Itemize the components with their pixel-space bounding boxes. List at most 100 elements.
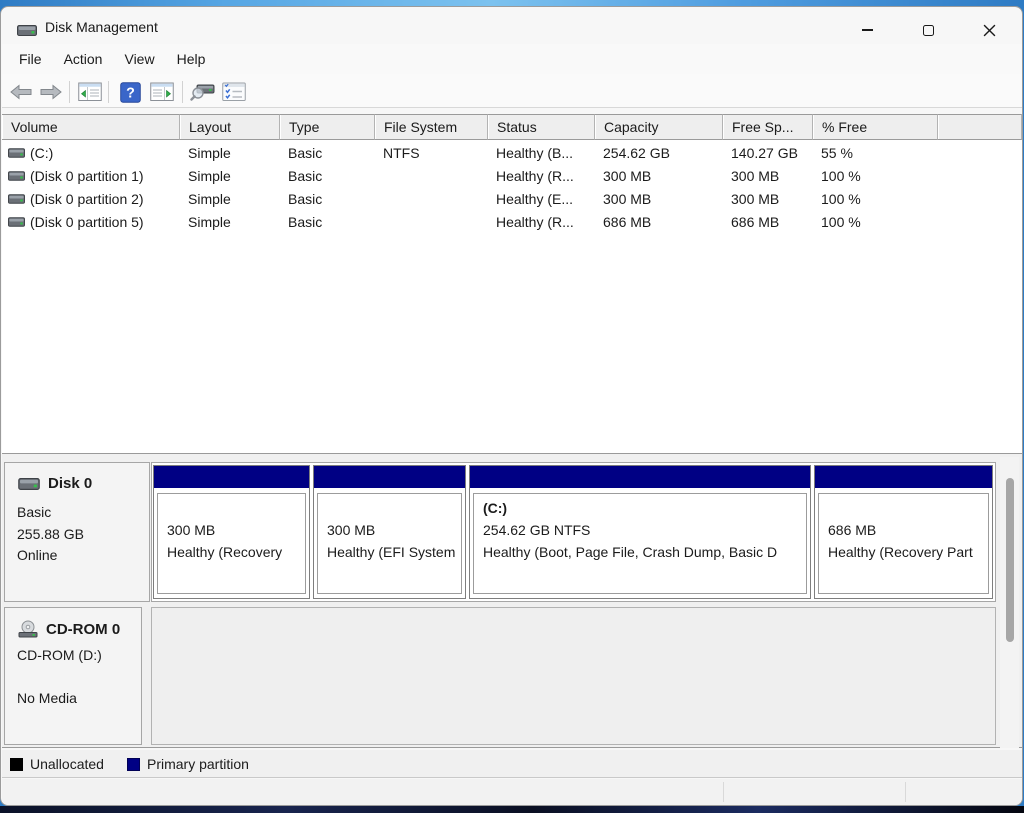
column-header-file-system[interactable]: File System xyxy=(375,114,488,140)
menu-action[interactable]: Action xyxy=(53,47,114,71)
pct-free-cell: 100 % xyxy=(821,214,861,230)
show-action-pane-button[interactable] xyxy=(147,79,177,105)
show-console-tree-button[interactable] xyxy=(75,79,105,105)
disk-drive-icon xyxy=(17,24,37,37)
disk0-title: Disk 0 xyxy=(48,475,93,492)
volume-cell: (Disk 0 partition 5) xyxy=(2,211,180,234)
forward-button[interactable] xyxy=(36,79,66,105)
cdrom-title: CD-ROM 0 xyxy=(46,620,121,638)
partition-label: (C:) 254.62 GB NTFS Healthy (Boot, Page … xyxy=(473,493,807,594)
volume-cell: (C:) xyxy=(2,142,180,165)
disk-drive-icon xyxy=(17,477,41,490)
column-header-volume[interactable]: Volume xyxy=(2,114,180,140)
column-header-free-space[interactable]: Free Sp... xyxy=(723,114,813,140)
free-space-cell: 140.27 GB xyxy=(731,145,798,161)
close-icon xyxy=(983,24,995,36)
maximize-button[interactable] xyxy=(905,12,951,48)
scrollbar-thumb[interactable] xyxy=(1006,478,1014,642)
disk-search-icon xyxy=(190,84,215,101)
legend-unallocated: Unallocated xyxy=(10,750,104,778)
volume-row-partition1[interactable]: (Disk 0 partition 1) Simple Basic Health… xyxy=(2,165,1022,188)
volume-name: (Disk 0 partition 5) xyxy=(30,214,144,230)
capacity-cell: 254.62 GB xyxy=(603,145,670,161)
vertical-scrollbar[interactable] xyxy=(1000,457,1019,748)
volume-name: (Disk 0 partition 2) xyxy=(30,191,144,207)
volume-name: (Disk 0 partition 1) xyxy=(30,168,144,184)
column-header-pct-free[interactable]: % Free xyxy=(813,114,938,140)
fs-cell: NTFS xyxy=(383,145,420,161)
forward-icon xyxy=(40,84,62,100)
maximize-icon xyxy=(922,24,934,36)
capacity-cell: 686 MB xyxy=(603,214,652,230)
window-title: Disk Management xyxy=(45,19,158,35)
legend-label: Primary partition xyxy=(147,756,249,772)
volume-row-partition2[interactable]: (Disk 0 partition 2) Simple Basic Health… xyxy=(2,188,1022,211)
volume-row-partition5[interactable]: (Disk 0 partition 5) Simple Basic Health… xyxy=(2,211,1022,234)
partition-label: 686 MB Healthy (Recovery Part xyxy=(818,493,989,594)
partition-label: 300 MB Healthy (EFI System xyxy=(317,493,462,594)
type-cell: Basic xyxy=(288,214,323,230)
primary-partition-band xyxy=(470,466,810,488)
volume-name: (C:) xyxy=(30,145,54,161)
taskbar-edge xyxy=(0,806,1024,813)
status-cell: Healthy (R... xyxy=(496,214,574,230)
volume-row-c[interactable]: (C:) Simple Basic NTFS Healthy (B... 254… xyxy=(2,142,1022,165)
primary-partition-band xyxy=(314,466,465,488)
cdrom-header-cell[interactable]: CD-ROM 0 CD-ROM (D:) No Media xyxy=(4,607,142,745)
checklist-button[interactable] xyxy=(219,79,249,105)
column-header-layout[interactable]: Layout xyxy=(180,114,280,140)
close-button[interactable] xyxy=(966,12,1012,48)
back-button[interactable] xyxy=(6,79,36,105)
cdrom-graphical-area[interactable] xyxy=(151,607,996,745)
type-cell: Basic xyxy=(288,168,323,184)
volume-cell: (Disk 0 partition 2) xyxy=(2,188,180,211)
fs-cell xyxy=(375,188,488,211)
capacity-cell: 300 MB xyxy=(603,168,652,184)
disk-drive-icon xyxy=(8,217,25,227)
free-space-cell: 300 MB xyxy=(731,191,780,207)
fs-cell xyxy=(375,211,488,234)
menubar: File Action View Help xyxy=(2,44,1022,74)
column-header-type[interactable]: Type xyxy=(280,114,375,140)
disk0-header-cell[interactable]: Disk 0 Basic 255.88 GB Online xyxy=(4,462,150,602)
status-cell: Healthy (E... xyxy=(496,191,574,207)
type-cell: Basic xyxy=(288,145,323,161)
partition-label: 300 MB Healthy (Recovery xyxy=(157,493,306,594)
disk0-type: Basic xyxy=(17,504,52,520)
partition-recovery-2[interactable]: 686 MB Healthy (Recovery Part xyxy=(814,465,993,599)
cdrom-media-status: No Media xyxy=(17,690,77,706)
pct-free-cell: 100 % xyxy=(821,191,861,207)
disk-search-button[interactable] xyxy=(188,79,218,105)
cdrom-icon xyxy=(17,620,39,638)
help-button[interactable]: ? xyxy=(115,79,145,105)
menu-view[interactable]: View xyxy=(113,47,165,71)
toolbar-separator xyxy=(182,81,183,103)
disk-drive-icon xyxy=(8,148,25,158)
svg-text:?: ? xyxy=(126,85,135,101)
column-header-capacity[interactable]: Capacity xyxy=(595,114,723,140)
cdrom-drive-letter: CD-ROM (D:) xyxy=(17,647,102,663)
column-header-status[interactable]: Status xyxy=(488,114,595,140)
partition-efi-system[interactable]: 300 MB Healthy (EFI System xyxy=(313,465,466,599)
titlebar: Disk Management xyxy=(1,6,1022,44)
checklist-icon xyxy=(222,82,246,101)
pct-free-cell: 55 % xyxy=(821,145,853,161)
column-header-empty[interactable] xyxy=(938,114,1022,140)
volume-cell: (Disk 0 partition 1) xyxy=(2,165,180,188)
toolbar-separator xyxy=(69,81,70,103)
desktop-background: Disk Management File Action View Help ? … xyxy=(0,0,1024,813)
minimize-button[interactable] xyxy=(844,12,890,48)
capacity-cell: 300 MB xyxy=(603,191,652,207)
menu-file[interactable]: File xyxy=(8,47,53,71)
status-bar-divider xyxy=(723,782,724,802)
help-icon: ? xyxy=(119,81,141,103)
menu-help[interactable]: Help xyxy=(166,47,217,71)
legend-primary-partition: Primary partition xyxy=(127,750,249,778)
unallocated-swatch xyxy=(10,757,23,771)
show-console-tree-icon xyxy=(78,82,102,101)
status-cell: Healthy (B... xyxy=(496,145,574,161)
partition-c-drive[interactable]: (C:) 254.62 GB NTFS Healthy (Boot, Page … xyxy=(469,465,811,599)
layout-cell: Simple xyxy=(188,214,231,230)
partition-recovery-1[interactable]: 300 MB Healthy (Recovery xyxy=(153,465,310,599)
free-space-cell: 300 MB xyxy=(731,168,780,184)
